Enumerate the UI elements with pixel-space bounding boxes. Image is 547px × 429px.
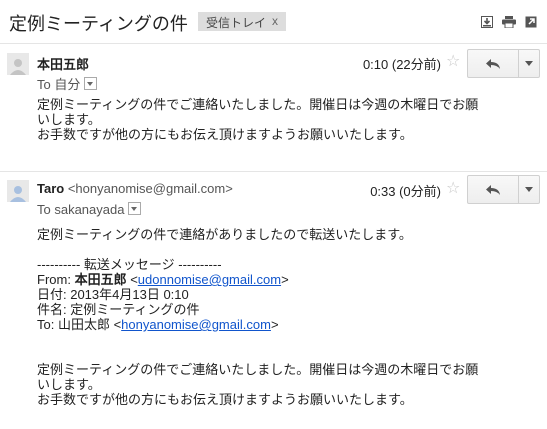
message-time: 0:10 (22分前): [362, 57, 441, 72]
forward-date-line: 日付: 2013年4月13日 0:10: [37, 287, 189, 302]
forward-from-name: 本田五郎: [74, 272, 127, 287]
sender[interactable]: 本田五郎: [37, 54, 89, 73]
body-line: 定例ミーティングの件でご連絡いたしました。開催日は今週の木曜日でお願: [37, 97, 479, 112]
forward-to-line: To: 山田太郎 <honyanomise@gmail.com>: [37, 317, 527, 332]
subject-bar: 定例ミーティングの件 受信トレイ x: [0, 0, 547, 42]
body-line: お手数ですが他の方にもお伝え頂けますようお願いいたします。: [37, 127, 413, 142]
recipient-details-dropdown[interactable]: [128, 202, 142, 215]
sender-name: Taro: [37, 181, 65, 196]
divider: [0, 171, 547, 172]
sender[interactable]: Taro <honyanomise@gmail.com>: [37, 181, 233, 196]
recipient-line: To sakanayada: [37, 202, 142, 217]
message-body: 定例ミーティングの件で連絡がありましたので転送いたします。 ----------…: [37, 227, 527, 407]
reply-button[interactable]: [468, 50, 519, 77]
message-body: 定例ミーティングの件でご連絡いたしました。開催日は今週の木曜日でお願 いします。…: [37, 97, 527, 142]
email-subject: 定例ミーティングの件: [9, 14, 188, 34]
reply-button-group: [467, 49, 540, 78]
forward-from-line: From: 本田五郎 <udonnomise@gmail.com>: [37, 272, 527, 287]
person-icon: [10, 59, 26, 75]
print-icon[interactable]: [501, 14, 517, 30]
person-icon: [10, 186, 26, 202]
avatar: [7, 180, 29, 202]
more-options-button[interactable]: [518, 176, 540, 203]
reply-button[interactable]: [468, 176, 519, 203]
open-new-window-icon[interactable]: [523, 14, 539, 30]
body-line: お手数ですが他の方にもお伝え頂けますようお願いいたします。: [37, 392, 413, 407]
body-line: いします。: [37, 112, 101, 127]
sender-email: <honyanomise@gmail.com>: [67, 181, 233, 196]
forward-header: ---------- 転送メッセージ ----------: [37, 257, 222, 272]
divider: [0, 43, 547, 44]
avatar: [7, 53, 29, 75]
sender-name: 本田五郎: [37, 57, 90, 72]
recipient-details-dropdown[interactable]: [84, 77, 98, 90]
reply-icon: [486, 58, 500, 69]
more-options-button[interactable]: [518, 50, 540, 77]
reply-button-group: [467, 175, 540, 204]
from-label: From:: [37, 272, 75, 287]
forward-to-email-link[interactable]: honyanomise@gmail.com: [121, 317, 271, 332]
label-name: 受信トレイ: [206, 16, 267, 30]
chevron-down-icon: [525, 187, 533, 192]
forward-subject-line: 件名: 定例ミーティングの件: [37, 302, 200, 317]
top-icon-bar: [479, 14, 539, 30]
recipient-line: To 自分: [37, 74, 98, 93]
angle-open: <: [126, 272, 138, 287]
to-label: To: 山田太郎 <: [37, 317, 122, 332]
star-icon[interactable]: ☆: [446, 178, 460, 198]
angle-close: >: [270, 317, 279, 332]
star-icon[interactable]: ☆: [446, 51, 460, 71]
message-time: 0:33 (0分前): [370, 184, 441, 199]
remove-label-button[interactable]: x: [272, 14, 278, 28]
angle-close: >: [281, 272, 289, 287]
body-line: 定例ミーティングの件でご連絡いたしました。開催日は今週の木曜日でお願: [37, 362, 479, 377]
inbox-label-chip[interactable]: 受信トレイ x: [198, 12, 286, 31]
recipient-text: To 自分: [37, 77, 81, 92]
recipient-text: To sakanayada: [37, 202, 125, 217]
reply-icon: [486, 184, 500, 195]
forward-from-email-link[interactable]: udonnomise@gmail.com: [138, 272, 281, 287]
chevron-down-icon: [525, 61, 533, 66]
archive-icon[interactable]: [479, 14, 495, 30]
body-line: いします。: [37, 377, 101, 392]
intro-line: 定例ミーティングの件で連絡がありましたので転送いたします。: [37, 227, 412, 242]
